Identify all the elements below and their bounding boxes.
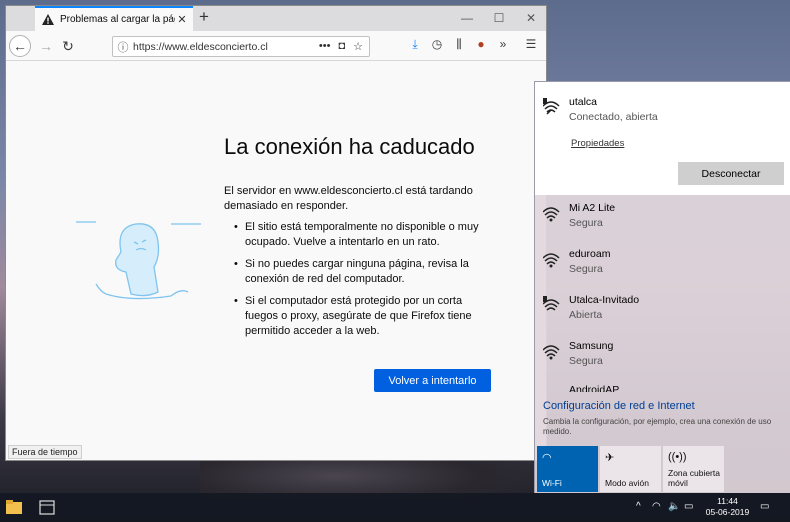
wifi-open-icon: [543, 296, 560, 311]
network-item[interactable]: Samsung Segura: [535, 334, 790, 380]
wifi-open-icon: [543, 98, 560, 115]
info-icon[interactable]: ⓘ: [113, 39, 133, 55]
reload-button[interactable]: ↻: [57, 35, 79, 57]
tab-active[interactable]: Problemas al cargar la página ✕: [35, 6, 193, 31]
network-name: AndroidAP: [569, 384, 620, 392]
hotspot-icon: ((•)): [668, 451, 687, 463]
error-bullet: Si no puedes cargar ninguna página, revi…: [234, 257, 494, 287]
error-title: La conexión ha caducado: [224, 134, 475, 159]
wifi-toggle[interactable]: ◠ Wi-Fi: [537, 446, 598, 492]
wifi-toggle-label: Wi-Fi: [542, 478, 562, 488]
network-item[interactable]: Mi A2 Lite Segura: [535, 196, 790, 242]
network-status: Conectado, abierta: [569, 111, 658, 123]
calendar-app-icon[interactable]: [38, 498, 56, 516]
error-bullet: El sitio está temporalmente no disponibl…: [234, 220, 494, 250]
network-item[interactable]: Utalca-Invitado Abierta: [535, 288, 790, 334]
wifi-icon: ◠: [542, 452, 552, 464]
account-avatar-icon[interactable]: ●: [472, 37, 490, 51]
network-settings-description: Cambia la configuración, por ejemplo, cr…: [543, 417, 772, 436]
retry-button[interactable]: Volver a intentarlo: [374, 369, 491, 392]
tab-close-icon[interactable]: ✕: [175, 13, 189, 26]
close-window-button[interactable]: ✕: [515, 6, 547, 31]
error-page: La conexión ha caducado El servidor en w…: [6, 62, 546, 460]
network-item-partial[interactable]: AndroidAP: [535, 380, 790, 392]
keyboard-layout-icon[interactable]: ▭: [684, 501, 693, 512]
maximize-button[interactable]: ☐: [483, 6, 515, 31]
clock-time: 11:44: [717, 496, 738, 506]
airplane-mode-label: Modo avión: [605, 478, 649, 488]
error-description: El servidor en www.eldesconcierto.cl est…: [224, 185, 473, 212]
properties-link[interactable]: Propiedades: [571, 138, 624, 149]
taskbar-clock[interactable]: 11:44 05-06-2019: [700, 496, 755, 518]
clock-date: 05-06-2019: [705, 507, 750, 517]
network-name: Utalca-Invitado: [569, 294, 640, 306]
taskbar: ^ ◠ 🔈 ▭ 11:44 05-06-2019 ▭: [0, 493, 790, 522]
connected-network-panel[interactable]: utalca Conectado, abierta Propiedades De…: [535, 82, 790, 195]
airplane-mode-toggle[interactable]: ✈ Modo avión: [600, 446, 661, 492]
page-actions-icon[interactable]: •••: [319, 40, 331, 53]
forward-button[interactable]: →: [35, 35, 57, 57]
mobile-hotspot-toggle[interactable]: ((•)) Zona cubierta móvil: [663, 446, 724, 492]
library-icon[interactable]: ⫼: [450, 37, 468, 52]
download-icon[interactable]: ⤓: [406, 37, 424, 52]
url-text[interactable]: https://www.eldesconcierto.cl: [133, 41, 319, 53]
warning-icon: [42, 14, 54, 25]
tab-title: Problemas al cargar la página: [60, 14, 175, 25]
network-status: Segura: [569, 355, 603, 367]
bookmark-star-icon[interactable]: ☆: [353, 40, 363, 53]
nav-bar: ← → ↻ ⓘ https://www.eldesconcierto.cl ••…: [6, 31, 546, 61]
status-bar: Fuera de tiempo: [8, 445, 82, 459]
wifi-secure-icon: [543, 207, 560, 222]
network-tray-icon[interactable]: ◠: [652, 501, 661, 512]
network-item[interactable]: eduroam Segura: [535, 242, 790, 288]
url-bar[interactable]: ⓘ https://www.eldesconcierto.cl ••• ◘ ☆: [112, 36, 370, 57]
menu-icon[interactable]: ☰: [522, 37, 540, 51]
error-bullet: Si el computador está protegido por un c…: [234, 294, 494, 339]
network-name: Samsung: [569, 340, 614, 352]
network-status: Segura: [569, 263, 603, 275]
wifi-secure-icon: [543, 345, 560, 360]
tab-bar: Problemas al cargar la página ✕ + — ☐ ✕: [6, 6, 546, 31]
network-flyout: utalca Conectado, abierta Propiedades De…: [534, 81, 790, 493]
new-tab-button[interactable]: +: [199, 7, 209, 27]
action-center-icon[interactable]: ▭: [760, 501, 769, 512]
file-explorer-icon[interactable]: [5, 498, 23, 516]
network-status: Abierta: [569, 309, 603, 321]
airplane-icon: ✈: [605, 452, 615, 464]
firefox-window: Problemas al cargar la página ✕ + — ☐ ✕ …: [5, 5, 547, 461]
back-button[interactable]: ←: [9, 35, 31, 57]
network-name: Mi A2 Lite: [569, 202, 616, 214]
overflow-icon[interactable]: »: [494, 37, 512, 51]
network-settings-link[interactable]: Configuración de red e Internet: [543, 400, 695, 412]
mobile-hotspot-label: Zona cubierta móvil: [668, 468, 720, 488]
disconnect-button[interactable]: Desconectar: [678, 162, 784, 185]
pocket-icon[interactable]: ◘: [338, 40, 345, 53]
network-name: utalca: [569, 96, 598, 108]
volume-icon[interactable]: 🔈: [668, 501, 680, 512]
minimize-button[interactable]: —: [451, 6, 483, 31]
network-name: eduroam: [569, 248, 611, 260]
wifi-secure-icon: [543, 253, 560, 268]
error-bullet-list: El sitio está temporalmente no disponibl…: [234, 220, 494, 346]
show-hidden-icons-chevron-icon[interactable]: ^: [636, 501, 641, 512]
dinosaur-illustration: [76, 221, 201, 300]
history-icon[interactable]: ◷: [428, 37, 446, 51]
network-item-connected[interactable]: utalca Conectado, abierta: [535, 90, 790, 136]
network-status: Segura: [569, 217, 603, 229]
